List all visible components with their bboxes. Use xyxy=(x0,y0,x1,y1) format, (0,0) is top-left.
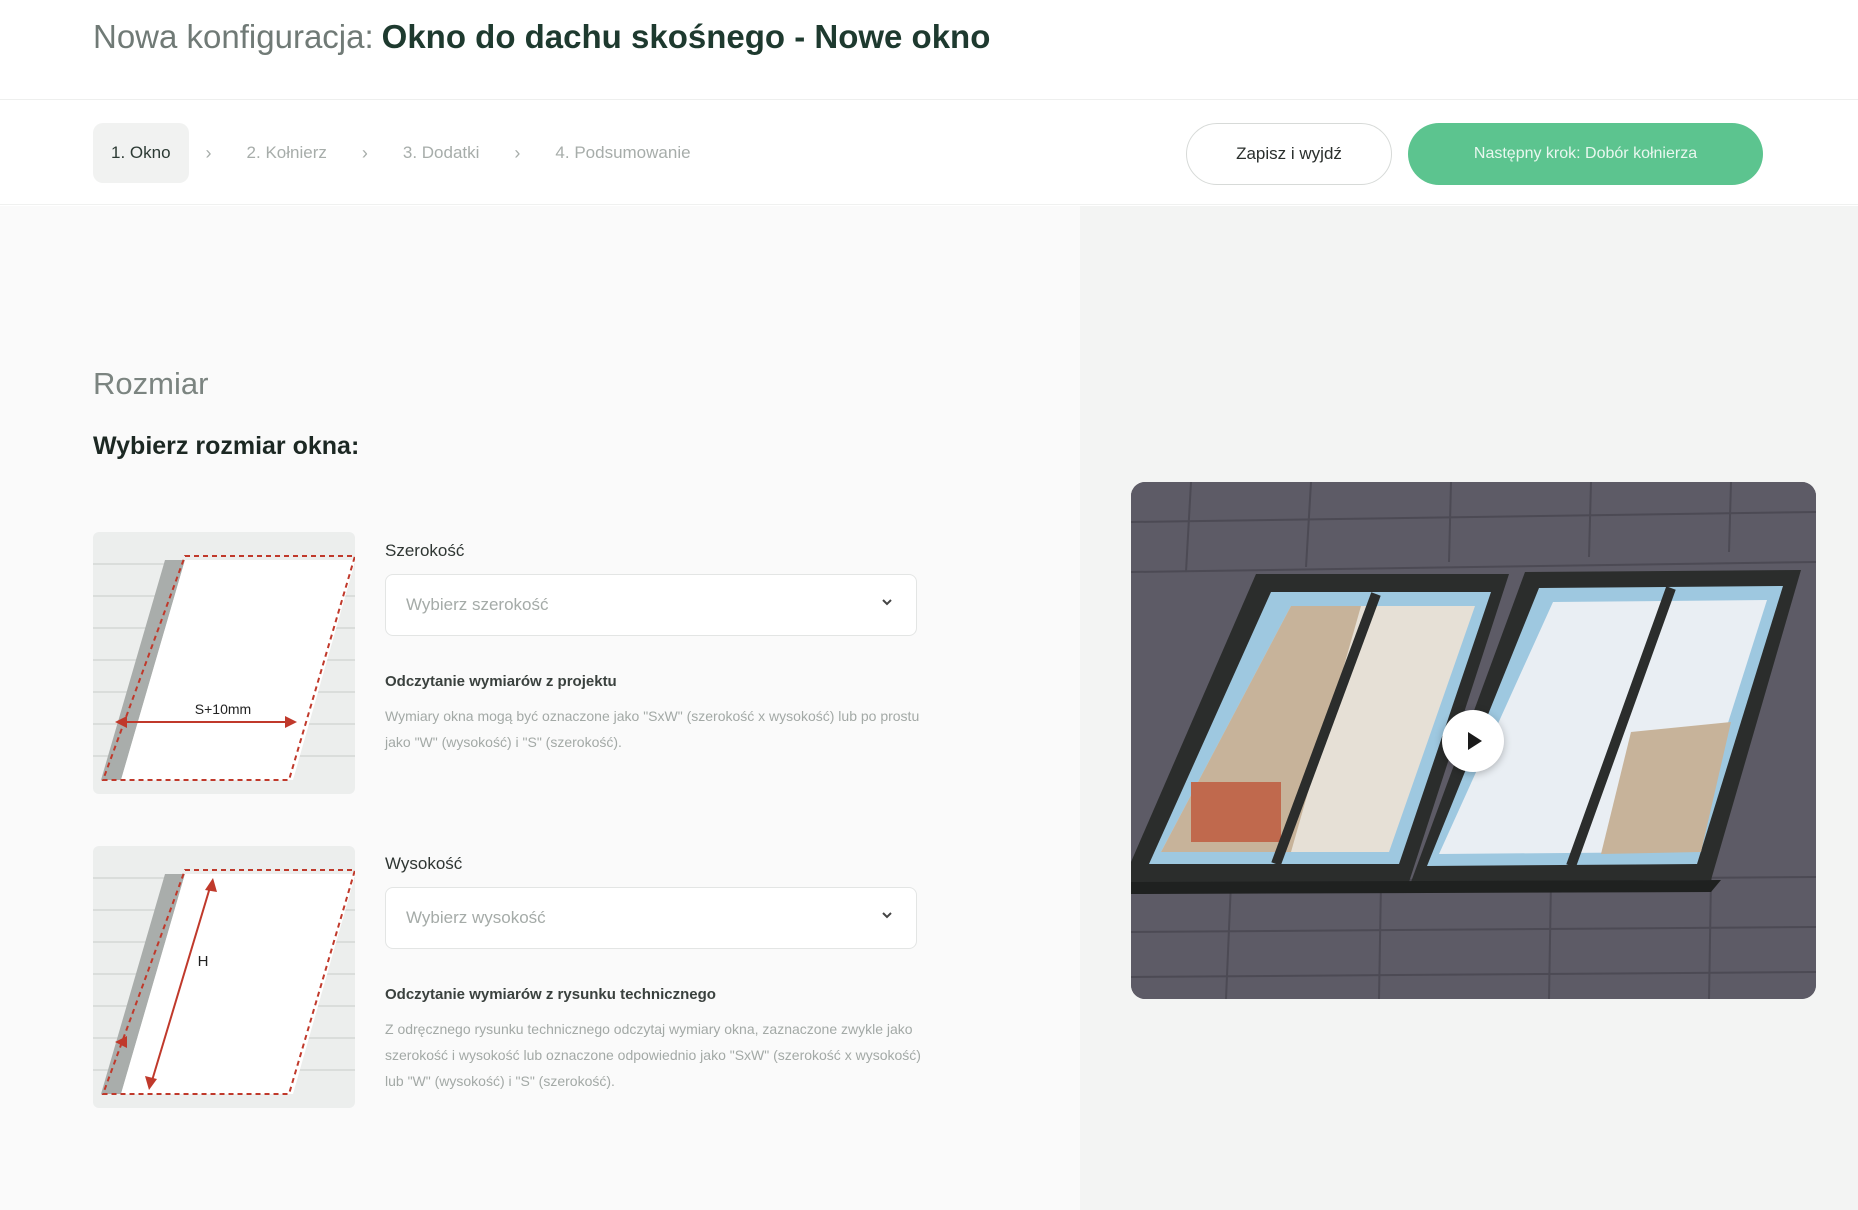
title-product-name: Okno do dachu skośnego - Nowe okno xyxy=(381,18,991,55)
height-help-text: Z odręcznego rysunku technicznego odczyt… xyxy=(385,1021,921,1089)
section-label: Rozmiar xyxy=(93,366,209,401)
chevron-down-icon xyxy=(882,912,892,919)
width-dimension-label: S+10mm xyxy=(195,701,251,717)
height-help-title: Odczytanie wymiarów z rysunku techniczne… xyxy=(385,986,716,1003)
width-label: Szerokość xyxy=(385,541,465,560)
chevron-right-icon: › xyxy=(205,142,212,163)
play-icon xyxy=(1468,732,1482,750)
chevron-down-icon xyxy=(882,599,892,606)
next-step-button[interactable]: Następny krok: Dobór kołnierza xyxy=(1408,123,1763,185)
height-select-placeholder: Wybierz wysokość xyxy=(406,908,546,927)
width-select[interactable]: Wybierz szerokość xyxy=(385,574,917,636)
save-and-exit-button[interactable]: Zapisz i wyjdź xyxy=(1186,123,1392,185)
play-button[interactable] xyxy=(1442,710,1504,772)
step-podsumowanie[interactable]: 4. Podsumowanie xyxy=(537,123,708,183)
stepper: 1. Okno › 2. Kołnierz › 3. Dodatki › 4. … xyxy=(93,123,709,183)
height-select[interactable]: Wybierz wysokość xyxy=(385,887,917,949)
page-title: Nowa konfiguracja: Okno do dachu skośnego… xyxy=(93,18,990,56)
chevron-right-icon: › xyxy=(361,142,368,163)
size-form-panel: Rozmiar Wybierz rozmiar okna: S+10mm Sze… xyxy=(0,206,1080,1210)
width-help-title: Odczytanie wymiarów z projektu xyxy=(385,673,617,690)
step-dodatki[interactable]: 3. Dodatki xyxy=(385,123,498,183)
width-help-text: Wymiary okna mogą być oznaczone jako "Sx… xyxy=(385,708,920,750)
height-diagram: H xyxy=(93,846,355,1108)
chevron-right-icon: › xyxy=(514,142,521,163)
title-prefix: Nowa konfiguracja: xyxy=(93,18,374,55)
section-heading: Wybierz rozmiar okna: xyxy=(93,432,360,460)
width-diagram: S+10mm xyxy=(93,532,355,794)
page-header: Nowa konfiguracja: Okno do dachu skośnego… xyxy=(0,0,1858,100)
width-select-placeholder: Wybierz szerokość xyxy=(406,595,549,614)
step-kolnierz[interactable]: 2. Kołnierz xyxy=(229,123,345,183)
step-okno[interactable]: 1. Okno xyxy=(93,123,189,183)
steps-bar: 1. Okno › 2. Kołnierz › 3. Dodatki › 4. … xyxy=(0,101,1858,205)
height-label: Wysokość xyxy=(385,854,463,873)
height-dimension-label: H xyxy=(198,953,209,970)
